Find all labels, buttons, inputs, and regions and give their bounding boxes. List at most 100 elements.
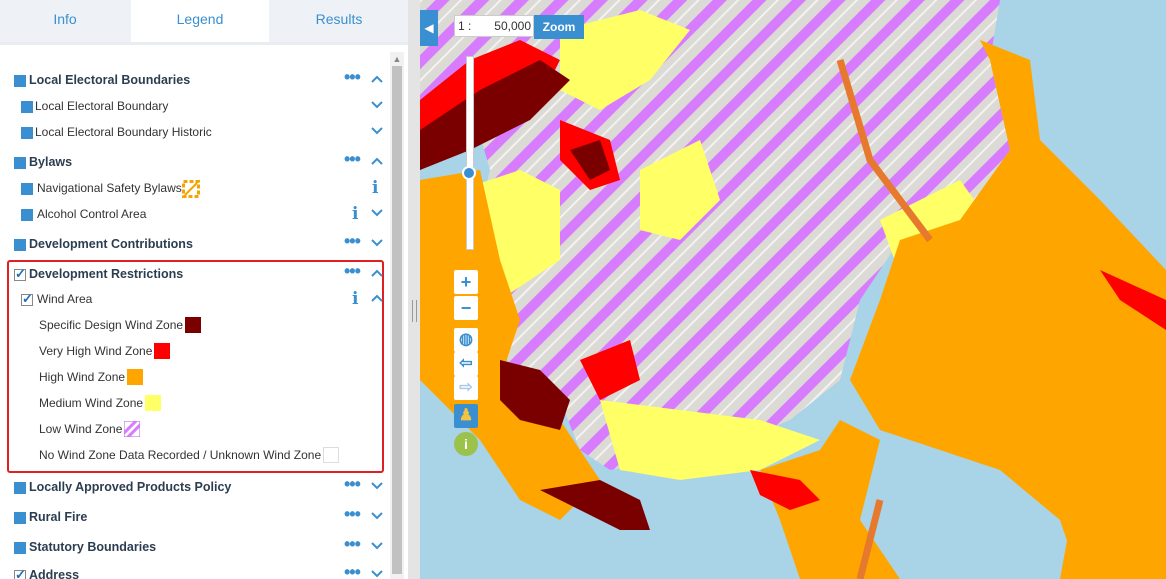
- legend-panel: Info Legend Results Local Electoral Boun…: [0, 0, 408, 579]
- info-icon[interactable]: i: [372, 178, 378, 198]
- legend-entry-very-high: Very High Wind Zone: [0, 341, 390, 363]
- map-view[interactable]: [420, 0, 1166, 579]
- layer-group-title: Rural Fire: [29, 510, 88, 524]
- layer-group-dev-restrictions[interactable]: Development Restrictions •••: [0, 261, 390, 286]
- layer-checkbox[interactable]: [14, 266, 26, 282]
- back-arrow-icon[interactable]: ⇦: [454, 352, 478, 376]
- layer-group-title: Development Restrictions: [29, 267, 184, 281]
- more-options-icon[interactable]: •••: [344, 534, 361, 555]
- chevron-down-icon[interactable]: [370, 539, 384, 553]
- layer-group-local-electoral[interactable]: Local Electoral Boundaries •••: [0, 67, 390, 92]
- zoom-button[interactable]: Zoom: [534, 15, 584, 39]
- scroll-up-arrow-icon[interactable]: ▲: [390, 52, 404, 66]
- legend-label: Low Wind Zone: [39, 422, 123, 436]
- layer-toggle-square[interactable]: [14, 75, 26, 87]
- chevron-down-icon[interactable]: [370, 124, 384, 138]
- layer-item-local-electoral-historic[interactable]: Local Electoral Boundary Historic: [0, 122, 390, 144]
- scale-prefix: 1 :: [458, 19, 472, 33]
- layer-toggle-square[interactable]: [14, 482, 26, 494]
- more-options-icon[interactable]: •••: [344, 474, 361, 495]
- scroll-thumb[interactable]: [392, 66, 402, 574]
- layer-group-title: Local Electoral Boundaries: [29, 73, 191, 87]
- collapse-panel-button[interactable]: ◀: [420, 10, 438, 46]
- layer-group-statutory[interactable]: Statutory Boundaries •••: [0, 534, 390, 559]
- no-data-swatch: [323, 447, 339, 463]
- chevron-down-icon[interactable]: [370, 98, 384, 112]
- scale-input[interactable]: 1 : 50,000: [454, 15, 534, 37]
- high-swatch: [127, 369, 143, 385]
- zoom-slider-thumb[interactable]: [462, 166, 476, 180]
- legend-label: No Wind Zone Data Recorded / Unknown Win…: [39, 448, 322, 462]
- more-options-icon[interactable]: •••: [344, 231, 361, 252]
- zoom-slider-track[interactable]: [466, 56, 474, 250]
- chevron-down-icon[interactable]: [370, 236, 384, 250]
- chevron-down-icon[interactable]: [370, 479, 384, 493]
- splitter-grip-icon[interactable]: [412, 300, 417, 322]
- layer-group-title: Development Contributions: [29, 237, 193, 251]
- layer-toggle-square[interactable]: [21, 127, 33, 139]
- layer-item-local-electoral-boundary[interactable]: Local Electoral Boundary: [0, 96, 390, 118]
- legend-label: Medium Wind Zone: [39, 396, 144, 410]
- info-icon[interactable]: i: [352, 204, 358, 224]
- layer-item-alcohol-control[interactable]: Alcohol Control Area i: [0, 204, 390, 226]
- layer-group-title: Bylaws: [29, 155, 73, 169]
- legend-entry-high: High Wind Zone: [0, 367, 390, 389]
- layer-group-title: Statutory Boundaries: [29, 540, 157, 554]
- layer-group-rural-fire[interactable]: Rural Fire •••: [0, 504, 390, 529]
- zoom-in-icon[interactable]: +: [454, 270, 478, 294]
- layer-label: Wind Area: [37, 292, 93, 306]
- chevron-up-icon[interactable]: [370, 72, 384, 86]
- tab-results[interactable]: Results: [270, 0, 408, 42]
- panel-splitter[interactable]: [408, 0, 420, 579]
- layer-toggle-square[interactable]: [14, 542, 26, 554]
- layer-checkbox[interactable]: [21, 291, 33, 307]
- chevron-down-icon[interactable]: [370, 567, 384, 579]
- chevron-down-icon[interactable]: [370, 509, 384, 523]
- layer-group-dev-contributions[interactable]: Development Contributions •••: [0, 231, 390, 256]
- legend-label: Very High Wind Zone: [39, 344, 153, 358]
- more-options-icon[interactable]: •••: [344, 504, 361, 525]
- layer-item-navigational-safety[interactable]: Navigational Safety Bylaws i: [0, 178, 390, 200]
- more-options-icon[interactable]: •••: [344, 261, 361, 282]
- legend-entry-specific-design: Specific Design Wind Zone: [0, 315, 390, 337]
- specific-design-swatch: [185, 317, 201, 333]
- layer-checkbox[interactable]: [14, 567, 26, 579]
- globe-icon[interactable]: ◍: [454, 328, 478, 352]
- chevron-up-icon[interactable]: [370, 291, 384, 305]
- chevron-up-icon[interactable]: [370, 154, 384, 168]
- more-options-icon[interactable]: •••: [344, 562, 361, 579]
- layer-group-address[interactable]: Address •••: [0, 562, 390, 579]
- layer-toggle-square[interactable]: [14, 512, 26, 524]
- tab-legend[interactable]: Legend: [131, 0, 269, 42]
- tab-info[interactable]: Info: [0, 0, 130, 42]
- layer-toggle-square[interactable]: [14, 239, 26, 251]
- forward-arrow-icon[interactable]: ⇨: [454, 376, 478, 400]
- very-high-swatch: [154, 343, 170, 359]
- identify-info-icon[interactable]: i: [454, 432, 478, 456]
- low-wind-swatch-icon: [124, 421, 140, 437]
- legend-entry-medium: Medium Wind Zone: [0, 393, 390, 415]
- layer-toggle-square[interactable]: [14, 157, 26, 169]
- wind-zone-map[interactable]: [420, 0, 1166, 579]
- medium-swatch: [145, 395, 161, 411]
- more-options-icon[interactable]: •••: [344, 67, 361, 88]
- layer-group-bylaws[interactable]: Bylaws •••: [0, 149, 390, 174]
- street-view-icon[interactable]: ♟: [454, 404, 478, 428]
- scale-value[interactable]: 50,000: [494, 19, 531, 33]
- layer-label: Local Electoral Boundary: [35, 99, 169, 113]
- layer-label: Alcohol Control Area: [37, 207, 147, 221]
- layer-group-locally-approved[interactable]: Locally Approved Products Policy •••: [0, 474, 390, 499]
- layer-item-wind-area[interactable]: Wind Area i: [0, 289, 390, 311]
- layer-toggle-square[interactable]: [21, 209, 33, 221]
- tab-bar: Info Legend Results: [0, 0, 408, 42]
- chevron-up-icon[interactable]: [370, 266, 384, 280]
- legend-label: Specific Design Wind Zone: [39, 318, 184, 332]
- layer-label: Local Electoral Boundary Historic: [35, 125, 212, 139]
- more-options-icon[interactable]: •••: [344, 149, 361, 170]
- layer-toggle-square[interactable]: [21, 183, 33, 195]
- info-icon[interactable]: i: [352, 289, 358, 309]
- chevron-down-icon[interactable]: [370, 206, 384, 220]
- legend-scrollbar[interactable]: ▲: [390, 52, 404, 579]
- layer-toggle-square[interactable]: [21, 101, 33, 113]
- zoom-out-icon[interactable]: −: [454, 296, 478, 320]
